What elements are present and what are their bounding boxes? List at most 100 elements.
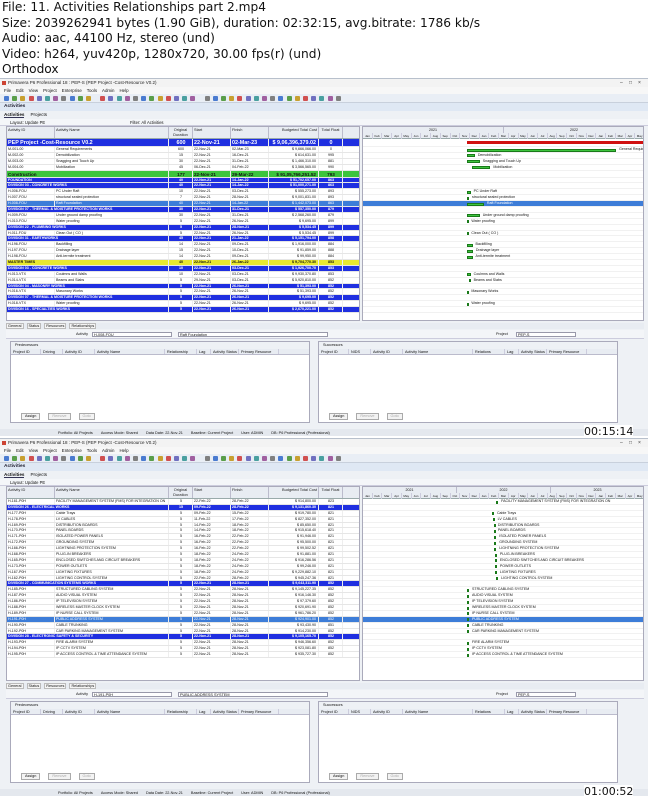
detail-tab-resources[interactable]: Resources (44, 323, 67, 329)
panel-column-header[interactable]: Relationship (165, 349, 197, 354)
wbs-row[interactable]: Construction 177 22-Nov-21 29-Mar-22 $ 91,05… (7, 170, 359, 178)
activity-bar[interactable] (496, 500, 499, 504)
menu-tools[interactable]: Tools (87, 88, 97, 93)
filter-label[interactable]: Filter: All Activities (130, 119, 164, 126)
menu-enterprise[interactable]: Enterprise (62, 88, 82, 93)
activity-bar[interactable] (467, 588, 470, 592)
activity-bar[interactable] (467, 202, 484, 206)
toolbar-icon[interactable] (133, 96, 138, 101)
activity-bar[interactable] (467, 624, 470, 628)
toolbar-icon[interactable] (229, 96, 235, 101)
column-header[interactable]: Budgeted Total Cost (269, 487, 319, 498)
toolbar-icon[interactable] (221, 96, 226, 101)
detail-tab-general[interactable]: General (6, 683, 24, 689)
activity-bar[interactable] (494, 547, 497, 551)
toolbar-icon[interactable] (133, 456, 138, 461)
project-id-field[interactable]: PEP-S (516, 332, 576, 337)
menu-file[interactable]: File (4, 448, 11, 453)
toolbar-icon[interactable] (165, 96, 171, 101)
activity-bar[interactable] (492, 512, 494, 516)
wbs-row[interactable]: PEP Project -Cost-Resource V0.2 600 22-Nov… (7, 139, 359, 147)
remove-button[interactable]: Remove (356, 413, 379, 420)
panel-column-header[interactable]: Activity ID (63, 709, 95, 714)
toolbar-icon[interactable] (212, 96, 218, 101)
panel-column-header[interactable]: Project ID (11, 349, 41, 354)
panel-column-header[interactable]: Activity Status (211, 349, 239, 354)
toolbar-icon[interactable] (229, 456, 235, 461)
toolbar-icon[interactable] (116, 456, 122, 461)
panel-column-header[interactable]: NIDS (349, 349, 371, 354)
toolbar-icon[interactable] (311, 456, 317, 461)
panel-column-header[interactable]: Relations (473, 349, 505, 354)
minimize-icon[interactable]: – (620, 79, 623, 87)
activity-bar[interactable] (467, 612, 470, 616)
menu-help[interactable]: Help (119, 88, 128, 93)
toolbar-icon[interactable] (262, 456, 267, 461)
toolbar-icon[interactable] (303, 456, 308, 461)
toolbar-icon[interactable] (182, 456, 188, 461)
panel-column-header[interactable]: Primary Resource (547, 349, 587, 354)
column-header[interactable]: Activity ID (7, 127, 55, 138)
activity-bar[interactable] (467, 606, 470, 610)
panel-column-header[interactable]: Activity ID (63, 349, 95, 354)
assign-button[interactable]: Assign (329, 413, 349, 420)
activity-bar[interactable] (494, 535, 497, 539)
activity-row[interactable]: H-195-P0H IP ACCESS CONTROL & TIME ATTEND… (7, 652, 359, 659)
toolbar-icon[interactable] (77, 456, 83, 461)
panel-column-header[interactable]: Primary Resource (239, 709, 279, 714)
activity-bar[interactable] (493, 529, 496, 533)
activity-name-field[interactable]: PUBLIC ADDRESS SYSTEM (178, 692, 328, 697)
toolbar-icon[interactable] (286, 96, 292, 101)
detail-tab-status[interactable]: Status (26, 323, 42, 329)
toolbar-icon[interactable] (270, 96, 276, 101)
assign-button[interactable]: Assign (329, 773, 349, 780)
panel-column-header[interactable]: Driving (41, 349, 63, 354)
menu-tools[interactable]: Tools (87, 448, 97, 453)
menu-edit[interactable]: Edit (16, 88, 24, 93)
toolbar-icon[interactable] (165, 456, 171, 461)
column-header[interactable]: Budgeted Total Cost (269, 127, 319, 138)
toolbar-icon[interactable] (262, 96, 267, 101)
menu-admin[interactable]: Admin (102, 448, 114, 453)
toolbar-icon[interactable] (124, 96, 130, 101)
panel-column-header[interactable]: Project ID (319, 709, 349, 714)
detail-tab-general[interactable]: General (6, 323, 24, 329)
toolbar-icon[interactable] (108, 456, 114, 461)
tab-activities[interactable]: Activities (4, 472, 25, 478)
toolbar-icon[interactable] (61, 96, 67, 101)
column-header[interactable]: Start (193, 487, 231, 498)
toolbar-icon[interactable] (149, 456, 155, 461)
toolbar-icon[interactable] (327, 96, 333, 101)
panel-column-header[interactable]: Relationship (165, 709, 197, 714)
panel-column-header[interactable]: NIDS (349, 709, 371, 714)
activity-bar[interactable] (469, 279, 472, 283)
layout-label[interactable]: Layout: Update PE (10, 120, 45, 125)
toolbar-icon[interactable] (77, 96, 83, 101)
toolbar-icon[interactable] (28, 96, 34, 101)
menu-edit[interactable]: Edit (16, 448, 24, 453)
toolbar-icon[interactable] (69, 96, 75, 101)
assign-button[interactable]: Assign (21, 773, 41, 780)
activity-bar[interactable] (467, 630, 470, 634)
activity-bar[interactable] (467, 214, 480, 218)
toolbar-icon[interactable] (149, 96, 155, 101)
toolbar-icon[interactable] (335, 96, 341, 101)
goto-button[interactable]: Goto (78, 773, 95, 780)
activity-bar[interactable] (467, 641, 470, 645)
column-header[interactable]: Activity Name (55, 127, 169, 138)
panel-column-header[interactable]: Lag (505, 349, 519, 354)
column-header[interactable]: Activity ID (7, 487, 55, 498)
panel-column-header[interactable]: Lag (197, 709, 211, 714)
toolbar-icon[interactable] (124, 456, 130, 461)
toolbar-icon[interactable] (237, 456, 243, 461)
maximize-icon[interactable]: □ (629, 439, 632, 447)
panel-column-header[interactable]: Lag (197, 349, 211, 354)
detail-tab-relationships[interactable]: Relationships (69, 323, 97, 329)
activity-bar[interactable] (467, 273, 471, 277)
activity-bar[interactable] (467, 243, 473, 247)
toolbar-icon[interactable] (61, 456, 67, 461)
activity-bar[interactable] (467, 618, 470, 622)
activity-bar[interactable] (467, 255, 473, 259)
menu-view[interactable]: View (29, 88, 38, 93)
toolbar-icon[interactable] (157, 96, 163, 101)
